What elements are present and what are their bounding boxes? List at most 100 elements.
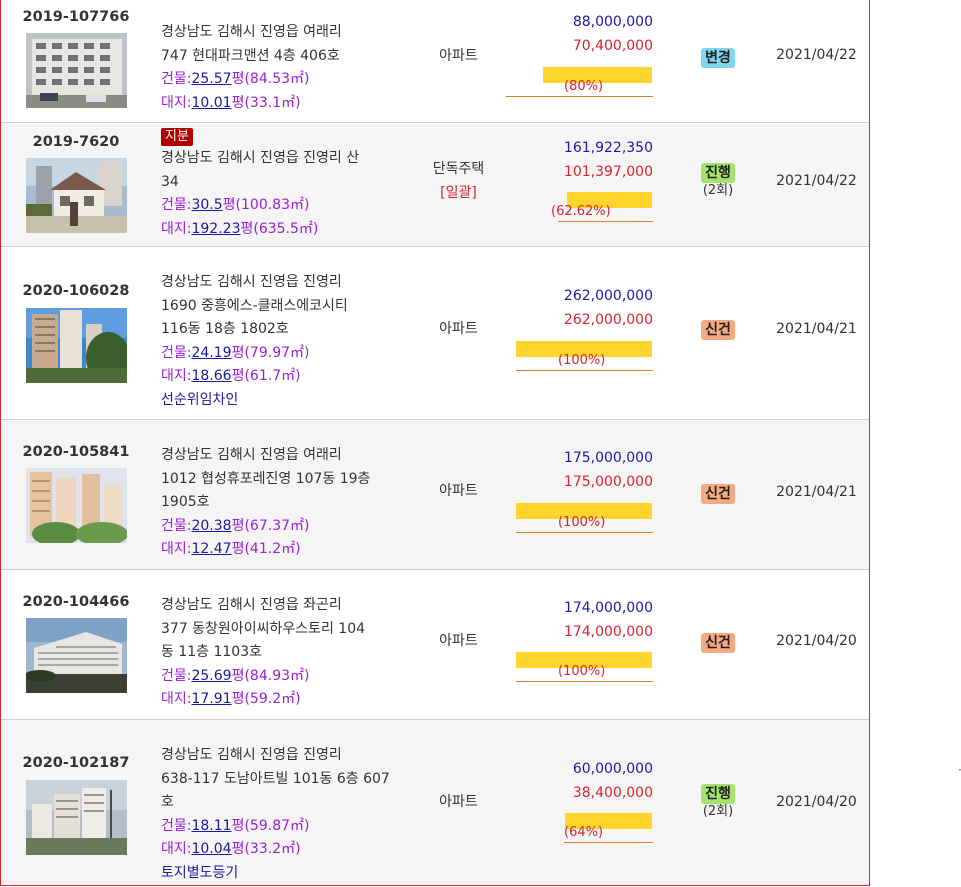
- building-area-link[interactable]: 20.38: [191, 518, 231, 534]
- property-type: 아파트: [439, 48, 478, 64]
- land-area: 대지:10.01평(33.1㎡): [161, 94, 301, 111]
- status-badge: 진행: [701, 163, 735, 183]
- property-photo[interactable]: [26, 468, 127, 543]
- share-badge: 지분: [161, 128, 193, 146]
- address-line: 1690 중흥에스-클래스에코시티: [161, 297, 348, 314]
- property-photo[interactable]: [26, 618, 127, 693]
- property-address: 지분 경상남도 김해시 진영읍 진영리 산 34 건물:30.5평(100.83…: [161, 127, 416, 241]
- property-type: 아파트: [439, 633, 478, 649]
- status-badge: 진행: [701, 784, 735, 804]
- appraisal-price: 88,000,000: [572, 14, 653, 30]
- appraisal-price: 262,000,000: [563, 288, 653, 304]
- sale-date: 2021/04/20: [776, 633, 857, 649]
- table-row[interactable]: 2019-107766 경상남도 김해시 진영읍 여래리 747 현대파크맨션 …: [1, 0, 869, 122]
- land-area-link[interactable]: 192.23: [191, 221, 240, 237]
- sale-date: 2021/04/20: [776, 794, 857, 810]
- price-block: 60,000,000 38,400,000: [506, 758, 653, 805]
- round-count: (2회): [702, 183, 734, 198]
- building-area-link[interactable]: 24.19: [191, 345, 231, 361]
- address-line: 호: [161, 794, 174, 810]
- price-block: 88,000,000 70,400,000: [506, 11, 653, 58]
- status-cell: 신건: [681, 633, 755, 653]
- address-line: 경상남도 김해시 진영읍 진영리: [161, 747, 342, 763]
- property-address: 경상남도 김해시 진영읍 여래리 1012 협성휴포레진영 107동 19층 1…: [161, 444, 416, 562]
- status-badge: 신건: [701, 633, 735, 653]
- property-address: 경상남도 김해시 진영읍 진영리 1690 중흥에스-클래스에코시티 116동 …: [161, 271, 416, 412]
- address-line: 377 동창원아이씨하우스토리 104: [161, 620, 366, 637]
- table-row[interactable]: 2020-104466 경상남도 김해시 진영읍 좌곤리 377 동창원아이씨하…: [1, 569, 869, 719]
- address-line: 경상남도 김해시 진영읍 진영리 산: [161, 150, 360, 166]
- special-note: 토지별도등기: [161, 864, 239, 881]
- property-address: 경상남도 김해시 진영읍 좌곤리 377 동창원아이씨하우스토리 104 동 1…: [161, 594, 416, 712]
- ratio-label: (64%): [506, 825, 653, 843]
- sale-date: 2021/04/22: [776, 173, 857, 189]
- case-number[interactable]: 2019-107766: [1, 9, 151, 25]
- building-area: 건물:30.5평(100.83㎡): [161, 197, 310, 213]
- sale-date: 2021/04/21: [776, 484, 857, 500]
- price-block: 262,000,000 262,000,000: [506, 285, 653, 332]
- building-area-link[interactable]: 18.11: [191, 818, 231, 834]
- building-area: 건물:20.38평(67.37㎡): [161, 517, 310, 534]
- land-area-link[interactable]: 10.01: [191, 95, 231, 111]
- address-line: 경상남도 김해시 진영읍 진영리: [161, 274, 342, 290]
- property-photo[interactable]: [26, 308, 127, 383]
- ratio-label: (80%): [506, 79, 653, 97]
- building-area-link[interactable]: 30.5: [191, 197, 222, 213]
- appraisal-price: 175,000,000: [563, 450, 653, 466]
- land-area-link[interactable]: 12.47: [191, 541, 231, 557]
- ratio-label: (62.62%): [506, 204, 653, 222]
- table-row[interactable]: 2020-106028 경상남도 김해시 진영읍 진영리 1690 중흥에스-클…: [1, 246, 869, 419]
- ratio-label: (100%): [506, 664, 653, 682]
- property-address: 경상남도 김해시 진영읍 진영리 638-117 도남아트빌 101동 6층 6…: [161, 744, 416, 885]
- status-cell: 변경: [681, 48, 755, 68]
- address-line: 경상남도 김해시 진영읍 좌곤리: [161, 597, 342, 613]
- status-badge: 신건: [701, 320, 735, 340]
- building-area-link[interactable]: 25.69: [191, 668, 231, 684]
- minimum-price: 101,397,000: [563, 163, 653, 180]
- property-type: 아파트: [439, 794, 478, 810]
- price-block: 175,000,000 175,000,000: [506, 447, 653, 494]
- status-badge: 신건: [701, 484, 735, 504]
- status-cell: 신건: [681, 484, 755, 504]
- sale-date: 2021/04/22: [776, 47, 857, 63]
- share-badge-row: 지분: [161, 127, 416, 147]
- minimum-price: 174,000,000: [563, 623, 653, 640]
- case-number[interactable]: 2020-106028: [1, 283, 151, 299]
- property-photo[interactable]: [26, 780, 127, 855]
- building-area: 건물:24.19평(79.97㎡): [161, 344, 310, 361]
- property-photo[interactable]: [26, 158, 127, 233]
- case-number[interactable]: 2020-105841: [1, 444, 151, 460]
- auction-result-list: 2019-107766 경상남도 김해시 진영읍 여래리 747 현대파크맨션 …: [0, 0, 870, 886]
- ratio-label: (100%): [506, 353, 653, 371]
- status-cell: 진행 (2회): [681, 163, 755, 199]
- price-block: 174,000,000 174,000,000: [506, 597, 653, 644]
- land-area-link[interactable]: 10.04: [191, 841, 231, 857]
- address-line: 경상남도 김해시 진영읍 여래리: [161, 447, 342, 463]
- minimum-price: 38,400,000: [572, 784, 653, 801]
- address-line: 116동 18층 1802호: [161, 321, 289, 337]
- address-line: 34: [161, 173, 179, 190]
- building-area-link[interactable]: 25.57: [191, 71, 231, 87]
- address-line: 동 11층 1103호: [161, 644, 262, 660]
- appraisal-price: 161,922,350: [563, 140, 653, 156]
- land-area-link[interactable]: 18.66: [191, 368, 231, 384]
- case-number[interactable]: 2020-102187: [1, 755, 151, 771]
- land-area: 대지:192.23평(635.5㎡): [161, 220, 319, 237]
- land-area: 대지:18.66평(61.7㎡): [161, 368, 301, 384]
- ratio-label: (100%): [506, 515, 653, 533]
- case-number[interactable]: 2020-104466: [1, 594, 151, 610]
- address-line: 1905호: [161, 494, 210, 510]
- status-cell: 진행 (2회): [681, 784, 755, 820]
- table-row[interactable]: 2020-102187 경상남도 김해시 진영읍 진영리 638-117 도남아…: [1, 719, 869, 885]
- address-line: 경상남도 김해시 진영읍 여래리: [161, 24, 342, 40]
- property-type: 단독주택 [일괄]: [416, 158, 501, 205]
- table-row[interactable]: 2019-7620 지분 경상남도 김해시 진영읍 진영리 산 34 건물:30…: [1, 122, 869, 246]
- table-row[interactable]: 2020-105841 경상남도 김해시 진영읍 여래리 1012 협성휴포레진…: [1, 419, 869, 569]
- status-cell: 신건: [681, 320, 755, 340]
- sale-date: 2021/04/21: [776, 321, 857, 337]
- property-photo[interactable]: [26, 33, 127, 108]
- building-area: 건물:25.57평(84.53㎡): [161, 71, 310, 87]
- case-number[interactable]: 2019-7620: [1, 134, 151, 150]
- building-area: 건물:25.69평(84.93㎡): [161, 667, 310, 684]
- land-area-link[interactable]: 17.91: [191, 691, 231, 707]
